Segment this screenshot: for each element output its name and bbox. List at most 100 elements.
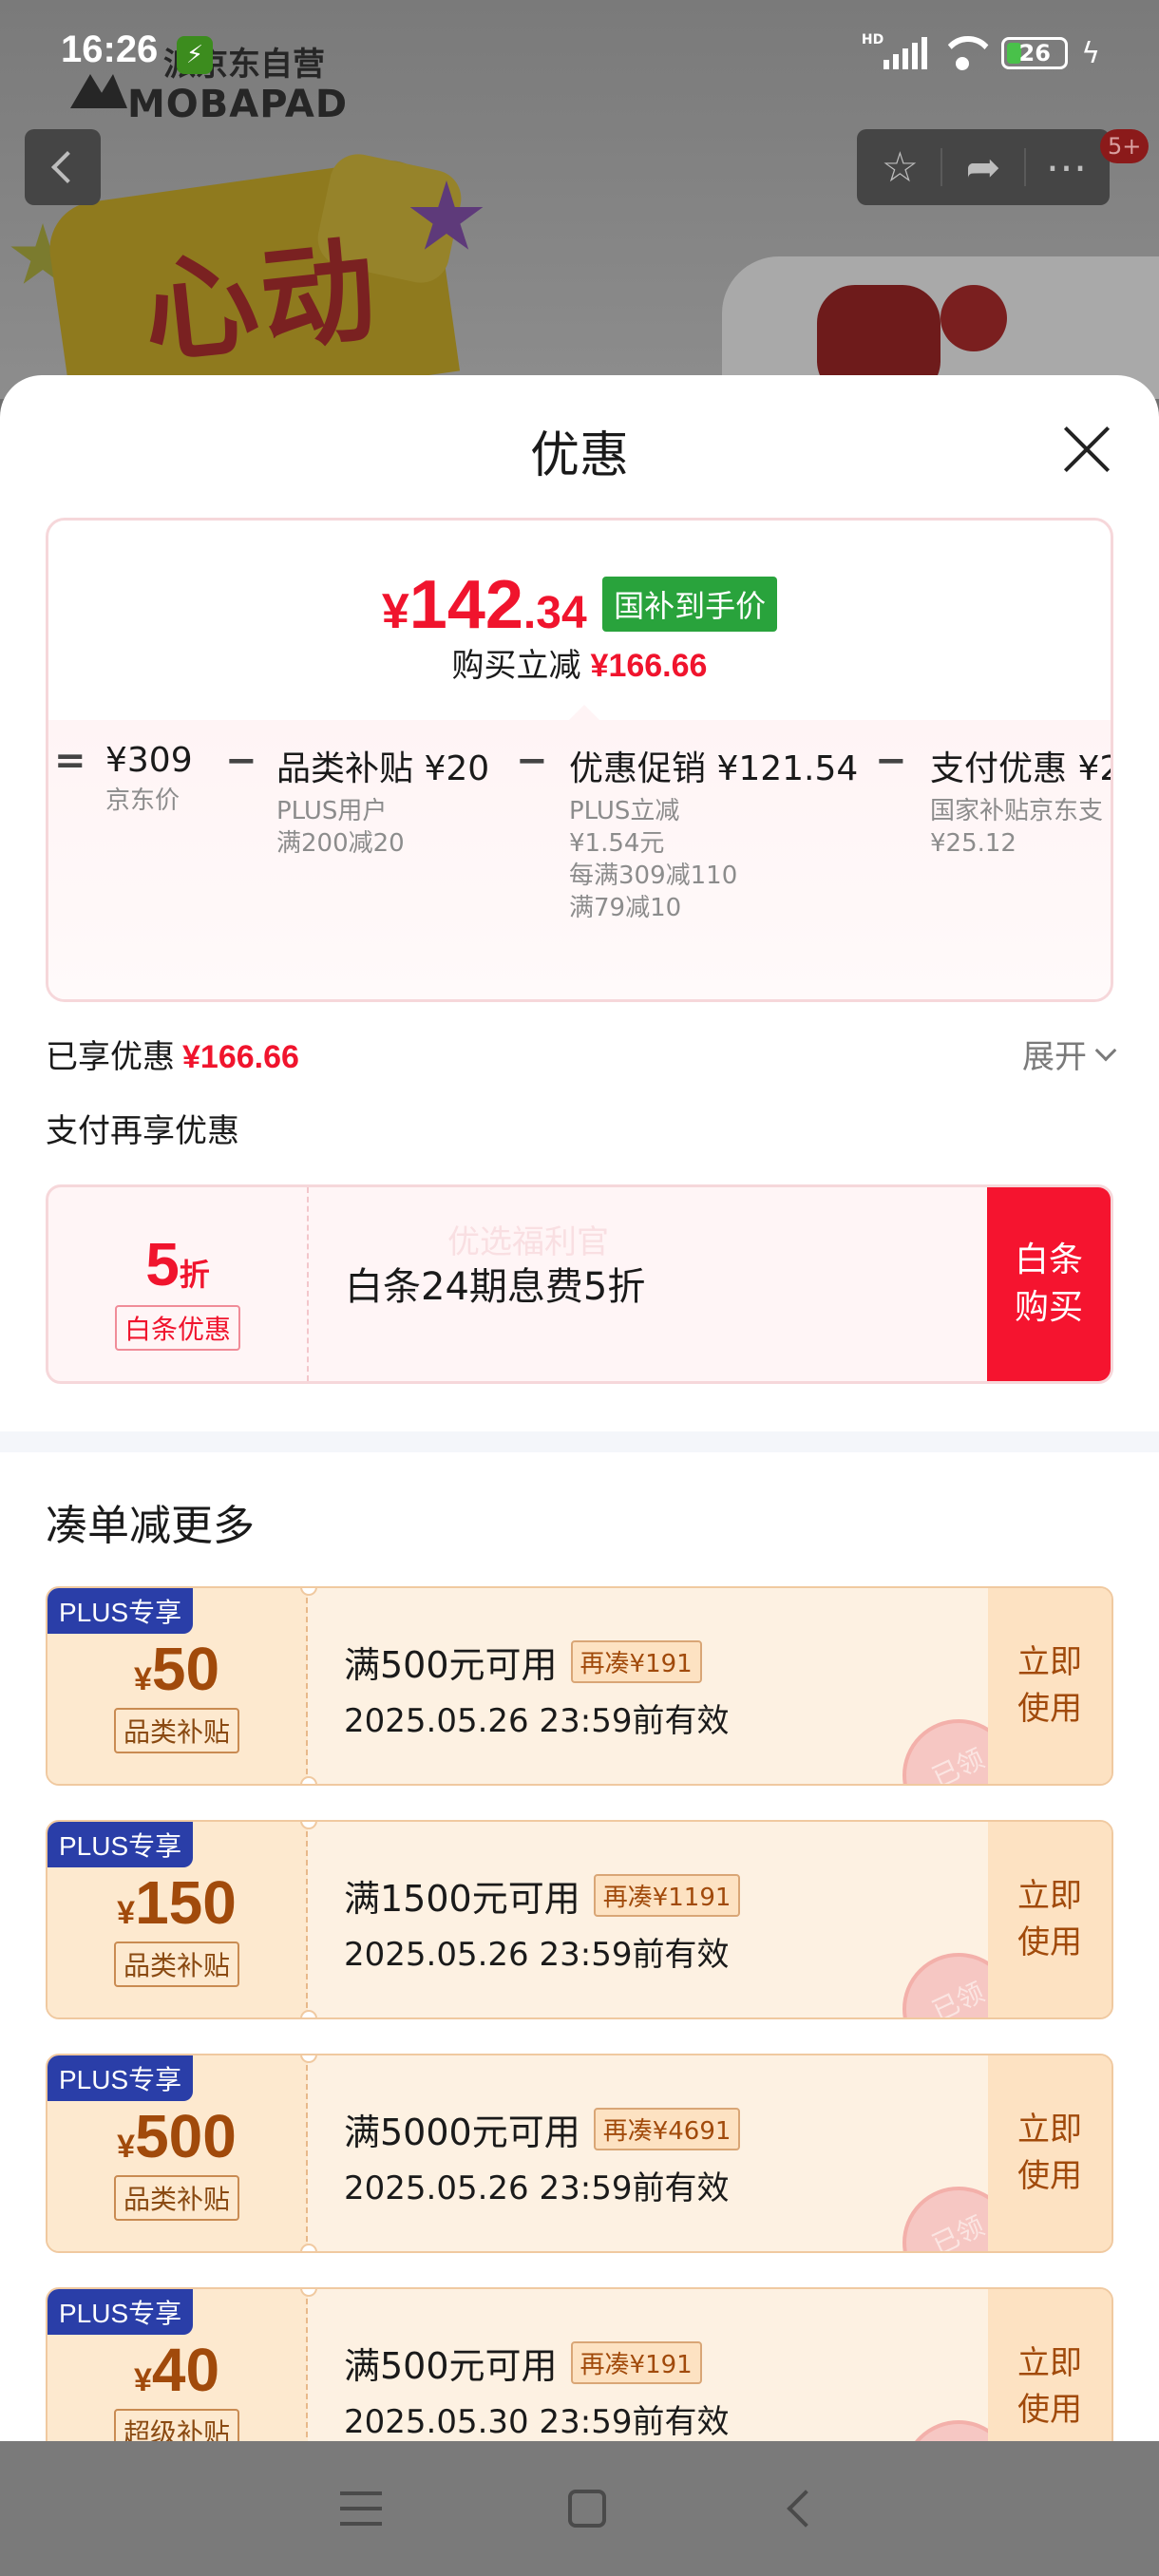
coupon-amount: ¥150	[48, 1867, 306, 1938]
coupon-amount: ¥500	[48, 2101, 306, 2171]
back-icon[interactable]	[787, 2490, 825, 2528]
instant-discount-amount: ¥166.66	[590, 648, 708, 684]
coupon-card[interactable]: ¥150 品类补贴 PLUS专享 满1500元可用 再凑¥1191 2025.05…	[46, 1820, 1113, 2019]
coupon-notch	[300, 2244, 317, 2251]
back-button[interactable]	[25, 129, 101, 205]
breakdown-title: ¥309	[105, 741, 193, 780]
section-title: 凑单减更多	[46, 1502, 255, 1550]
breakdown-detail: 满79减10	[569, 893, 682, 922]
plus-exclusive-badge: PLUS专享	[48, 2289, 194, 2335]
coupon-add-more-tag: 再凑¥191	[570, 2341, 702, 2384]
instant-discount: 购买立减 ¥166.66	[48, 639, 1111, 686]
breakdown-item: ¥309 京东价	[105, 741, 193, 816]
baitiao-tag: 白条优惠	[114, 1305, 240, 1351]
coupon-currency: ¥	[133, 1661, 152, 1697]
battery-icon: 26	[1001, 37, 1069, 69]
section-divider	[0, 1431, 1159, 1452]
coupon-add-more-tag: 再凑¥4691	[593, 2108, 741, 2150]
breakdown-detail: ¥1.54元	[569, 828, 665, 858]
baitiao-discount: 5折	[48, 1229, 307, 1299]
coupon-validity: 2025.05.26 23:59前有效	[344, 1936, 730, 1974]
coupon-condition: 满500元可用 再凑¥191	[344, 1636, 702, 1688]
breakdown-title: 品类补贴 ¥20	[276, 749, 490, 788]
use-now-label: 立即使用	[1017, 2110, 1082, 2195]
breakdown-detail: 满200减20	[276, 828, 405, 858]
coupon-currency: ¥	[117, 2129, 136, 2165]
more-dots-icon[interactable]: ⋯	[1040, 141, 1093, 194]
product-image-part	[940, 285, 1007, 351]
use-now-button[interactable]: 立即使用	[988, 2055, 1112, 2251]
wifi-icon	[940, 34, 988, 72]
coupon-amount-number: 500	[135, 2102, 237, 2170]
coupon-amount-number: 150	[135, 1868, 237, 1937]
share-icon[interactable]: ➦	[957, 141, 1010, 194]
divider	[1023, 148, 1026, 186]
breakdown-item: 品类补贴 ¥20 PLUS用户 满200减20	[276, 741, 489, 859]
coupon-validity: 2025.05.26 23:59前有效	[344, 1702, 730, 1740]
coupon-currency: ¥	[117, 1895, 136, 1931]
coupon-amount-number: 50	[151, 1635, 220, 1703]
coupon-condition: 满500元可用 再凑¥191	[344, 2337, 702, 2389]
charging-app-icon: ⚡	[177, 36, 213, 74]
claimed-stamp-text: 已领	[927, 1976, 989, 2019]
use-now-button[interactable]: 立即使用	[988, 2289, 1112, 2441]
coupon-notch	[300, 2010, 317, 2017]
price-integer: 142	[408, 567, 523, 643]
coupon-condition: 满5000元可用 再凑¥4691	[344, 2103, 741, 2155]
coupon-amount: ¥50	[48, 1634, 306, 1704]
use-now-button[interactable]: 立即使用	[988, 1588, 1112, 1784]
breakdown-detail: PLUS立减	[569, 797, 680, 825]
coupon-type-tag: 超级补贴	[113, 2409, 239, 2441]
system-nav-bar	[0, 2441, 1159, 2576]
breakdown-title: 优惠促销 ¥121.54	[569, 749, 859, 788]
status-icons: HD 26 ϟ	[861, 32, 1100, 72]
breakdown-detail: 京东价	[105, 786, 180, 815]
status-time: 16:26	[61, 28, 159, 70]
breakdown-detail: 国家补贴京东支	[930, 797, 1104, 825]
coupon-amount-number: 40	[151, 2336, 220, 2404]
use-now-button[interactable]: 立即使用	[988, 1822, 1112, 2017]
subsidy-price-tag: 国补到手价	[602, 577, 778, 632]
coupon-amount: ¥40	[48, 2335, 306, 2405]
coupon-condition-text: 满5000元可用	[344, 2112, 580, 2153]
chevron-down-icon	[1094, 1039, 1117, 1061]
enjoyed-label: 已享优惠	[46, 1038, 175, 1076]
expand-button[interactable]: 展开	[1022, 1031, 1117, 1077]
coupon-validity: 2025.05.26 23:59前有效	[344, 2169, 730, 2207]
baitiao-discount-number: 5	[145, 1230, 180, 1298]
use-now-label: 立即使用	[1017, 1876, 1082, 1961]
status-bar: 16:26 ⚡ HD 26 ϟ	[0, 0, 1159, 104]
coupon-card[interactable]: ¥40 超级补贴 PLUS专享 满500元可用 再凑¥191 2025.05.30…	[46, 2287, 1113, 2441]
coupon-card[interactable]: ¥50 品类补贴 PLUS专享 满500元可用 再凑¥191 2025.05.26…	[46, 1586, 1113, 1786]
baitiao-offer-card[interactable]: 5折 白条优惠 优选福利官 白条24期息费5折 白条购买	[46, 1184, 1113, 1384]
coupon-card[interactable]: ¥500 品类补贴 PLUS专享 满5000元可用 再凑¥4691 2025.05…	[46, 2054, 1113, 2253]
menu-icon[interactable]	[340, 2491, 382, 2526]
network-type: HD	[861, 32, 884, 47]
coupon-condition-text: 满500元可用	[344, 2345, 558, 2387]
coupon-currency: ¥	[133, 2362, 152, 2398]
price-breakdown[interactable]: = ¥309 京东价 − 品类补贴 ¥20 PLUS用户 满200减20 − 优…	[48, 705, 1111, 999]
baitiao-offer-value: 5折 白条优惠	[48, 1187, 309, 1381]
sheet-title: 优惠	[529, 427, 629, 484]
breakdown-title: 支付优惠 ¥25.12	[930, 749, 1111, 788]
instant-discount-label: 购买立减	[451, 647, 581, 685]
breakdown-operator: −	[516, 739, 548, 783]
price-summary-card: ¥142.34 国补到手价 购买立减 ¥166.66 = ¥309 京东价 − 品…	[46, 518, 1113, 1002]
breakdown-operator: −	[875, 739, 907, 783]
top-actions: ☆ ➦ ⋯	[857, 129, 1110, 205]
baitiao-buy-button[interactable]: 白条购买	[987, 1187, 1111, 1381]
close-icon[interactable]	[1062, 425, 1112, 474]
breakdown-operator: −	[225, 739, 257, 783]
claimed-stamp-text: 已领	[927, 2209, 989, 2253]
coupon-add-more-tag: 再凑¥191	[570, 1640, 702, 1683]
baitiao-buy-label: 白条购买	[1014, 1240, 1083, 1327]
coupon-validity: 2025.05.30 23:59前有效	[344, 2403, 730, 2441]
baitiao-discount-unit: 折	[179, 1257, 210, 1293]
coupon-type-tag: 品类补贴	[113, 1941, 239, 1987]
chevron-left-icon	[51, 151, 84, 183]
signal-icon	[884, 37, 928, 69]
star-icon[interactable]: ☆	[873, 141, 926, 194]
home-icon[interactable]	[568, 2490, 606, 2528]
coupon-condition: 满1500元可用 再凑¥1191	[344, 1869, 741, 1922]
banner-text: 心动	[137, 224, 386, 381]
